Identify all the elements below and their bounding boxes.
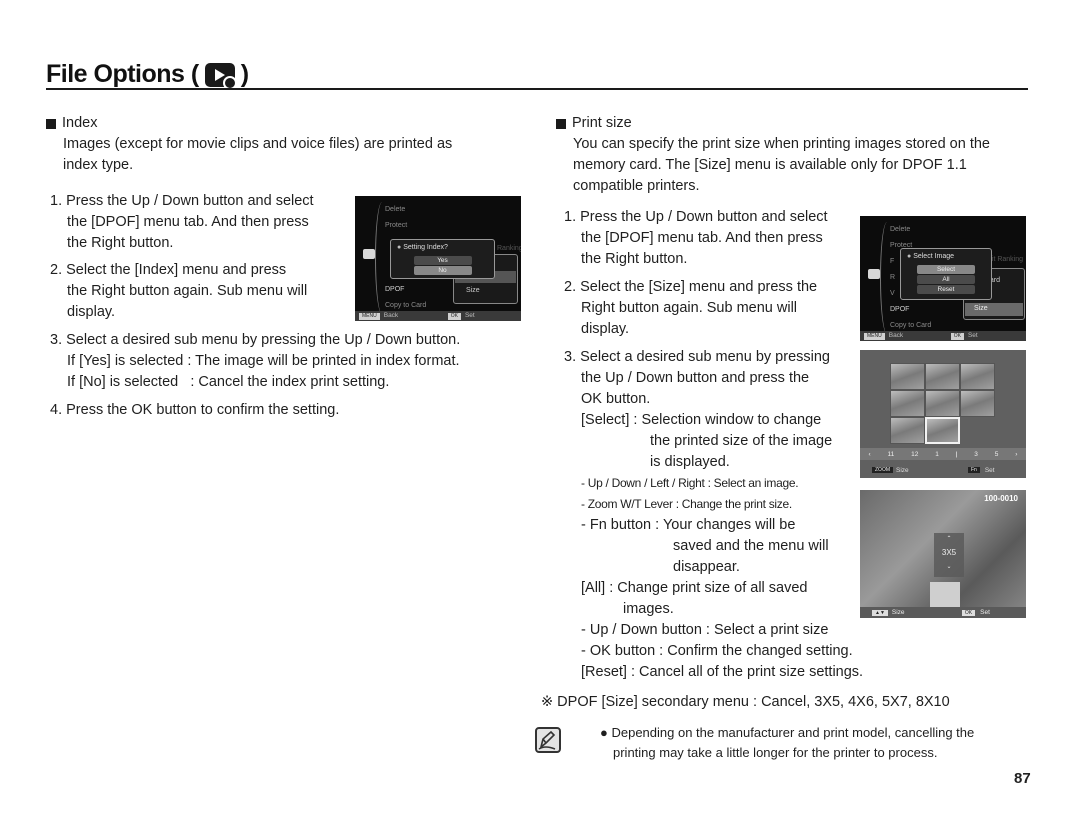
select-image-popup: ● Select Image Select All Reset bbox=[900, 248, 992, 300]
page-number: 87 bbox=[1014, 770, 1031, 787]
fn-button-item: - Fn button : Your changes will be bbox=[581, 517, 796, 533]
menu-item-delete: Delete bbox=[385, 206, 406, 213]
thumbnail[interactable] bbox=[925, 390, 960, 417]
size-step-1: 1. Press the Up / Down button and select… bbox=[564, 209, 828, 267]
popup-option-all[interactable]: All bbox=[917, 275, 975, 284]
chevron-down-icon[interactable]: ⌄ bbox=[934, 563, 964, 570]
index-step-1: 1. Press the Up / Down button and select… bbox=[50, 193, 314, 251]
camera-screen-index: Delete Protect DPOF Copy to Card Ranking… bbox=[355, 196, 521, 321]
menu-item-dpof: DPOF bbox=[890, 306, 910, 313]
index-description: Images (except for movie clips and voice… bbox=[63, 136, 453, 173]
popup-option-reset[interactable]: Reset bbox=[917, 285, 975, 294]
index-title: Index bbox=[62, 115, 98, 131]
size-step-3: 3. Select a desired sub menu by pressing… bbox=[564, 347, 864, 683]
chevron-right-icon[interactable]: › bbox=[1015, 451, 1017, 458]
thumbnail[interactable] bbox=[960, 363, 995, 390]
page-title: File Options ( ) bbox=[46, 60, 249, 90]
menu-item-dpof: DPOF bbox=[385, 286, 405, 293]
note-pencil-icon bbox=[535, 727, 561, 753]
print-size-heading: Print size bbox=[556, 113, 1036, 134]
secondary-menu-note: ※ DPOF [Size] secondary menu : Cancel, 3… bbox=[541, 694, 950, 710]
playback-mode-icon bbox=[204, 62, 237, 90]
timeline-bar: ‹ 11 12 1 | 3 5 › bbox=[860, 448, 1026, 460]
no-option-line: If [No] is selected : Cancel the index p… bbox=[67, 374, 390, 390]
index-step-4: 4. Press the OK button to confirm the se… bbox=[50, 402, 340, 418]
thumbnail[interactable] bbox=[960, 390, 995, 417]
print-size-selector[interactable]: ⌃ 3X5 ⌄ bbox=[934, 533, 964, 577]
yes-option-line: If [Yes] is selected : The image will be… bbox=[67, 353, 460, 369]
title-divider bbox=[46, 88, 1028, 90]
print-size-title: Print size bbox=[572, 115, 632, 131]
camera-screen-select-image: Delete Protect F R V DPOF Copy to Card d… bbox=[860, 216, 1026, 341]
reset-option: [Reset] : Cancel all of the print size s… bbox=[581, 664, 864, 680]
screen-footer: MENU Back OK Set bbox=[860, 331, 1026, 341]
thumbnail[interactable] bbox=[925, 363, 960, 390]
index-step-2: 2. Select the [Index] menu and press the… bbox=[50, 262, 308, 320]
index-step-3: 3. Select a desired sub menu by pressing… bbox=[50, 330, 520, 393]
print-size-section: Print size You can specify the print siz… bbox=[556, 113, 1036, 197]
screen-footer: ZOOM Size Fn Set bbox=[860, 464, 1026, 476]
select-option: [Select] : Selection window to change bbox=[581, 412, 822, 428]
print-size-value: 3X5 bbox=[941, 548, 957, 557]
all-option: [All] : Change print size of all saved bbox=[581, 580, 808, 596]
note-bullet-icon: ● bbox=[600, 725, 612, 740]
popup-option-select[interactable]: Select bbox=[917, 265, 975, 274]
all-subitem: - Up / Down button : Select a print size bbox=[581, 622, 829, 638]
page-title-close: ) bbox=[240, 60, 249, 88]
thumbnail[interactable] bbox=[890, 363, 925, 390]
bullet-square-icon bbox=[46, 118, 56, 129]
thumbnail-selected[interactable] bbox=[925, 417, 960, 444]
thumbnail[interactable] bbox=[890, 417, 925, 444]
index-heading: Index bbox=[46, 113, 516, 134]
submenu-size: Size bbox=[466, 287, 480, 294]
select-subitem: - Zoom W/T Lever : Change the print size… bbox=[581, 497, 792, 511]
screen-footer: ▲▼ Size OK Set bbox=[860, 607, 1026, 618]
file-number: 100-0010 bbox=[984, 494, 1018, 503]
menu-ranking-partial: Ranking bbox=[497, 245, 521, 252]
popup-option-yes[interactable]: Yes bbox=[413, 256, 472, 265]
chevron-up-icon[interactable]: ⌃ bbox=[934, 535, 964, 542]
gift-box bbox=[930, 582, 960, 608]
screen-footer: MENU Back OK Set bbox=[355, 311, 521, 321]
thumbnail[interactable] bbox=[890, 390, 925, 417]
size-step-2: 2. Select the [Size] menu and press the … bbox=[564, 279, 818, 337]
camera-screen-photo-size: 100-0010 ⌃ 3X5 ⌄ ▲▼ Size OK Set bbox=[860, 490, 1026, 618]
print-size-description: You can specify the print size when prin… bbox=[573, 136, 990, 194]
setting-index-popup: ● Setting Index? Yes No bbox=[390, 239, 495, 279]
index-section: Index Images (except for movie clips and… bbox=[46, 113, 516, 176]
camera-screen-thumbnails: ‹ 11 12 1 | 3 5 › ZOOM Size Fn Set bbox=[860, 350, 1026, 478]
select-subitem: - Up / Down / Left / Right : Select an i… bbox=[581, 476, 799, 490]
submenu-size: Size bbox=[974, 305, 988, 312]
chevron-left-icon[interactable]: ‹ bbox=[868, 451, 870, 458]
playback-icon bbox=[868, 269, 880, 279]
all-subitem: - OK button : Confirm the changed settin… bbox=[581, 643, 853, 659]
playback-icon bbox=[363, 249, 375, 259]
menu-item-protect: Protect bbox=[385, 222, 408, 229]
page-title-text: File Options ( bbox=[46, 60, 199, 88]
note-text: ● Depending on the manufacturer and prin… bbox=[600, 725, 975, 760]
bullet-square-icon bbox=[556, 118, 566, 129]
menu-ranking-partial: dit Ranking bbox=[988, 256, 1024, 263]
menu-item-delete: Delete bbox=[890, 226, 911, 233]
popup-option-no[interactable]: No bbox=[413, 266, 472, 275]
